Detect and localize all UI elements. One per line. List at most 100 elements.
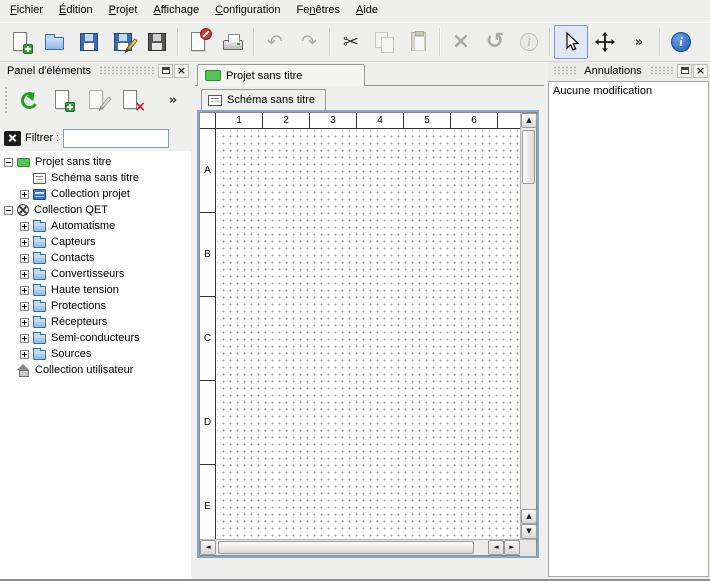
- tree-expander[interactable]: [20, 334, 29, 343]
- tree-item[interactable]: Récepteurs: [0, 314, 191, 330]
- delete-element-button[interactable]: ×: [115, 84, 147, 116]
- delete-element-icon: ×: [119, 88, 143, 112]
- dock-grip[interactable]: [99, 66, 154, 75]
- menu-item[interactable]: Édition: [51, 0, 101, 22]
- menu-item[interactable]: Affichage: [145, 0, 207, 22]
- new-element-button[interactable]: [47, 84, 79, 116]
- close-panel-button[interactable]: ×: [174, 64, 189, 78]
- tree-item[interactable]: Convertisseurs: [0, 266, 191, 282]
- toolbar-overflow-button-2[interactable]: »: [698, 25, 710, 59]
- tree-item[interactable]: Haute tension: [0, 282, 191, 298]
- tree-item[interactable]: Automatisme: [0, 218, 191, 234]
- menu-item[interactable]: Fenêtres: [289, 0, 348, 22]
- float-panel-button[interactable]: [677, 64, 692, 78]
- diagram-canvas[interactable]: 1 2 3 4 5: [200, 113, 520, 539]
- undo-panel-title: Annulations: [579, 64, 647, 78]
- cut-button[interactable]: ✂: [334, 25, 368, 59]
- tree-item-icon: [33, 318, 46, 328]
- edit-element-button[interactable]: [81, 84, 113, 116]
- tree-item[interactable]: Contacts: [0, 250, 191, 266]
- tab-project[interactable]: Projet sans titre: [197, 64, 365, 86]
- vscroll-thumb[interactable]: [522, 130, 535, 184]
- chevron-right-icon: »: [169, 93, 177, 108]
- tree-item[interactable]: Collection projet: [0, 186, 191, 202]
- copy-button[interactable]: [368, 25, 402, 59]
- close-file-button[interactable]: [182, 25, 216, 59]
- tab-schema[interactable]: Schéma sans titre: [201, 89, 326, 110]
- vertical-scrollbar[interactable]: ▲ ▲ ▼: [520, 113, 536, 539]
- float-panel-button[interactable]: [158, 64, 173, 78]
- undo-panel-header[interactable]: Annulations ×: [548, 62, 710, 79]
- tree-item[interactable]: Protections: [0, 298, 191, 314]
- panel-overflow-button[interactable]: »: [157, 84, 189, 116]
- new-project-button[interactable]: [4, 25, 38, 59]
- scroll-down-button[interactable]: ▼: [521, 524, 537, 539]
- print-button[interactable]: [216, 25, 250, 59]
- tree-expander[interactable]: [20, 270, 29, 279]
- tree-expander[interactable]: [4, 158, 13, 167]
- save-as-button[interactable]: [106, 25, 140, 59]
- scroll-left-button-2[interactable]: ◄: [488, 540, 504, 555]
- select-tool-button[interactable]: [554, 25, 588, 59]
- save-all-button[interactable]: [140, 25, 174, 59]
- hscroll-track[interactable]: [216, 540, 488, 555]
- open-project-button[interactable]: [38, 25, 72, 59]
- tree-expander[interactable]: [20, 254, 29, 263]
- toolbar-overflow-button[interactable]: »: [622, 25, 656, 59]
- scroll-right-button[interactable]: ►: [504, 540, 520, 555]
- tree-expander[interactable]: [20, 318, 29, 327]
- dock-row: Panel d'éléments × ×: [0, 62, 710, 579]
- diagram-grid[interactable]: [217, 130, 520, 539]
- rotate-button[interactable]: ↺: [478, 25, 512, 59]
- menu-item[interactable]: Aide: [348, 0, 386, 22]
- paste-button[interactable]: [402, 25, 436, 59]
- toolbar-grip[interactable]: [4, 86, 9, 114]
- tree-item[interactable]: Schéma sans titre: [0, 170, 191, 186]
- tree-expander[interactable]: [4, 206, 13, 215]
- column-header: 6: [451, 113, 498, 129]
- about-button[interactable]: i: [664, 25, 698, 59]
- clear-filter-icon[interactable]: [4, 131, 21, 146]
- app-window: Fichier Édition Projet Affichage Configu…: [0, 0, 710, 581]
- tree-expander[interactable]: [20, 222, 29, 231]
- tree-item[interactable]: Projet sans titre: [0, 154, 191, 170]
- elements-panel-header[interactable]: Panel d'éléments ×: [0, 62, 191, 79]
- close-panel-button[interactable]: ×: [693, 64, 708, 78]
- menu-item[interactable]: Projet: [101, 0, 146, 22]
- dock-grip[interactable]: [553, 66, 576, 75]
- menu-item[interactable]: Configuration: [207, 0, 288, 22]
- menu-item[interactable]: Fichier: [2, 0, 51, 22]
- element-info-button[interactable]: i: [512, 25, 546, 59]
- hscroll-thumb[interactable]: [218, 541, 474, 554]
- redo-button[interactable]: ↷: [292, 25, 326, 59]
- elements-panel: Panel d'éléments × ×: [0, 62, 191, 579]
- undo-button[interactable]: ↶: [258, 25, 292, 59]
- reload-collections-button[interactable]: [13, 84, 45, 116]
- vscroll-track[interactable]: [521, 128, 536, 509]
- tree-item[interactable]: Collection utilisateur: [0, 362, 191, 378]
- row-ruler: A B C D E: [200, 129, 216, 539]
- tree-item-icon: [33, 270, 46, 280]
- horizontal-scrollbar[interactable]: ◄ ◄ ►: [200, 540, 520, 555]
- filter-input[interactable]: [63, 129, 169, 148]
- scroll-up-button-2[interactable]: ▲: [521, 509, 537, 524]
- schema-tab-label: Schéma sans titre: [227, 94, 315, 106]
- tree-item[interactable]: Capteurs: [0, 234, 191, 250]
- scroll-up-button[interactable]: ▲: [521, 113, 537, 128]
- undo-history-list[interactable]: Aucune modification: [548, 81, 709, 577]
- dock-grip[interactable]: [650, 66, 673, 75]
- tree-item[interactable]: Semi-conducteurs: [0, 330, 191, 346]
- tree-expander[interactable]: [20, 238, 29, 247]
- tree-expander[interactable]: [20, 302, 29, 311]
- tree-expander[interactable]: [20, 286, 29, 295]
- close-icon: ×: [177, 65, 186, 76]
- save-button[interactable]: [72, 25, 106, 59]
- delete-button[interactable]: ×: [444, 25, 478, 59]
- pan-tool-button[interactable]: [588, 25, 622, 59]
- tree-item[interactable]: Sources: [0, 346, 191, 362]
- tree-expander[interactable]: [20, 350, 29, 359]
- scroll-left-button[interactable]: ◄: [200, 540, 216, 555]
- tree-expander[interactable]: [20, 190, 29, 199]
- mdi-viewport: Schéma sans titre 1: [195, 86, 544, 579]
- tree-item[interactable]: Collection QET: [0, 202, 191, 218]
